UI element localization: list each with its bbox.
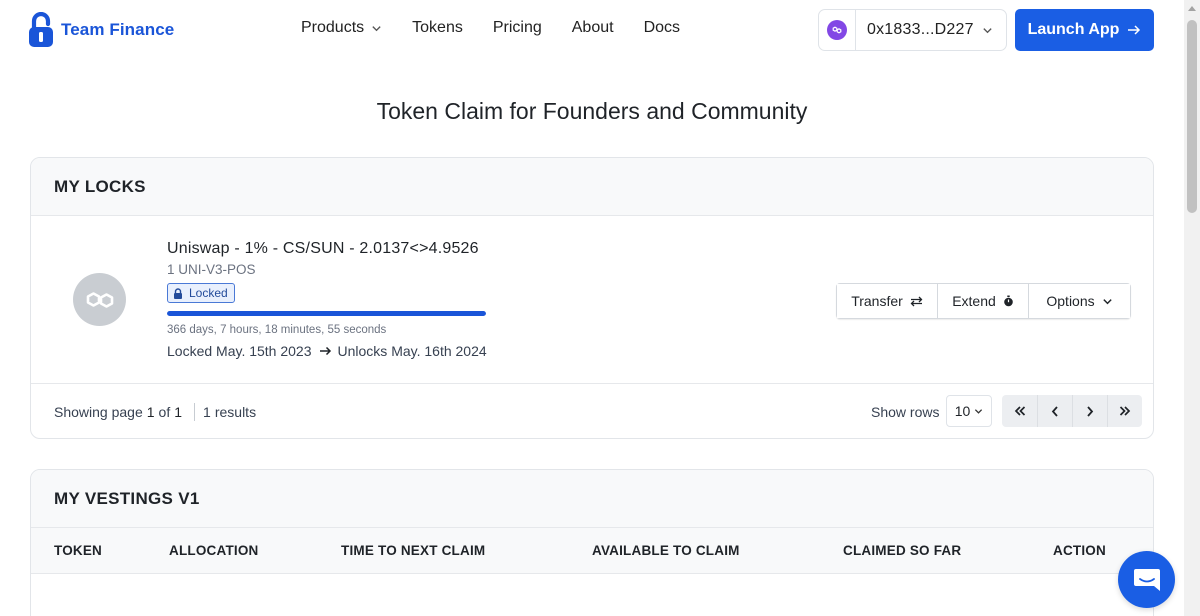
scroll-up-arrow-icon[interactable]: [1184, 0, 1200, 16]
status-badge: Locked: [167, 283, 235, 303]
nav-tokens[interactable]: Tokens: [412, 19, 463, 37]
chevron-right-icon: [1087, 405, 1094, 417]
brand-logo[interactable]: Team Finance: [28, 12, 174, 48]
chevron-down-icon: [1102, 298, 1112, 304]
vestings-table-header: TOKEN ALLOCATION TIME TO NEXT CLAIM AVAI…: [31, 528, 1153, 574]
lock-actions-group: Transfer Extend Options: [836, 283, 1131, 319]
column-header: AVAILABLE TO CLAIM: [592, 543, 740, 558]
divider: [194, 403, 196, 421]
wallet-button[interactable]: 0x1833...D227: [818, 9, 1007, 51]
page-scrollbar[interactable]: [1184, 0, 1200, 616]
chevron-down-icon: [372, 25, 381, 31]
stopwatch-icon: [1003, 295, 1013, 307]
options-dropdown[interactable]: Options: [1028, 284, 1130, 318]
double-chevron-left-icon: [1014, 406, 1025, 416]
lock-details: Uniswap - 1% - CS/SUN - 2.0137<>4.9526 1…: [167, 240, 487, 359]
chevron-left-icon: [1051, 405, 1058, 417]
nav-products-label: Products: [301, 19, 365, 36]
nav-products[interactable]: Products: [301, 19, 382, 37]
column-header: ALLOCATION: [169, 543, 259, 558]
lock-icon: [174, 287, 182, 299]
nav-docs-label: Docs: [643, 19, 681, 36]
transfer-label: Transfer: [851, 293, 903, 309]
arrow-right-icon: [1128, 25, 1141, 35]
nav-docs[interactable]: Docs: [644, 19, 680, 37]
chat-support-button[interactable]: [1118, 551, 1175, 608]
extend-label: Extend: [952, 293, 996, 309]
my-locks-heading: MY LOCKS: [31, 158, 1153, 216]
nav-tokens-label: Tokens: [412, 19, 463, 36]
lock-progress-bar: [167, 310, 486, 316]
nav-pricing[interactable]: Pricing: [493, 19, 542, 37]
chevron-down-icon: [983, 27, 992, 33]
pagination-summary: Showing page 1 of 1 1 results: [54, 403, 256, 421]
previous-page-button[interactable]: [1037, 395, 1072, 427]
first-page-button[interactable]: [1002, 395, 1037, 427]
rows-per-page-select[interactable]: 10: [946, 395, 992, 427]
main-nav: Products Tokens Pricing About Docs: [301, 19, 680, 37]
column-header: TOKEN: [54, 543, 103, 558]
chevron-down-icon: [975, 408, 983, 414]
extend-button[interactable]: Extend: [937, 284, 1028, 318]
launch-app-button[interactable]: Launch App: [1015, 9, 1154, 51]
polygon-icon: [827, 20, 847, 40]
page-title: Token Claim for Founders and Community: [376, 98, 808, 124]
last-page-button[interactable]: [1107, 395, 1142, 427]
launch-app-label: Launch App: [1027, 21, 1120, 38]
of-label: of: [158, 404, 171, 420]
my-vestings-card: MY VESTINGS V1 TOKEN ALLOCATION TIME TO …: [30, 469, 1154, 616]
transfer-button[interactable]: Transfer: [837, 284, 937, 318]
results-count: 1: [203, 404, 211, 420]
lock-dates: Locked May. 15th 2023 Unlocks May. 16th …: [167, 343, 487, 359]
double-chevron-right-icon: [1119, 406, 1131, 416]
scrollbar-thumb[interactable]: [1187, 20, 1197, 213]
column-header: TIME TO NEXT CLAIM: [341, 543, 486, 558]
lock-amount: 1 UNI-V3-POS: [167, 262, 256, 277]
column-header: ACTION: [1053, 543, 1106, 558]
showing-prefix: Showing page: [54, 404, 143, 420]
wallet-network-badge: [819, 10, 856, 50]
show-rows-label: Show rows: [871, 404, 940, 420]
wallet-address: 0x1833...D227: [867, 21, 974, 38]
column-header: CLAIMED SO FAR: [843, 543, 962, 558]
top-navbar: Team Finance Products Tokens Pricing Abo…: [0, 0, 1184, 60]
arrow-right-icon: [319, 346, 331, 355]
locked-date: Locked May. 15th 2023: [167, 342, 312, 359]
chat-bubble-icon: [1133, 568, 1160, 591]
locks-pagination: Showing page 1 of 1 1 results Show rows …: [31, 384, 1153, 438]
polygon-icon: [86, 291, 113, 308]
lock-token-name: Uniswap - 1% - CS/SUN - 2.0137<>4.9526: [167, 240, 479, 257]
nav-pricing-label: Pricing: [492, 19, 542, 36]
lock-countdown: 366 days, 7 hours, 18 minutes, 55 second…: [167, 323, 387, 336]
rows-per-page-value: 10: [954, 403, 971, 419]
options-label: Options: [1046, 293, 1095, 309]
unlock-date: Unlocks May. 16th 2024: [337, 342, 487, 359]
swap-arrows-icon: [910, 296, 923, 306]
pagination-controls: [1002, 395, 1142, 427]
nav-about-label: About: [571, 19, 614, 36]
results-label: results: [214, 404, 257, 420]
lock-progress-fill: [167, 310, 486, 316]
status-badge-label: Locked: [189, 286, 228, 300]
brand-name: Team Finance: [61, 20, 175, 39]
padlock-logo-icon: [29, 12, 53, 47]
next-page-button[interactable]: [1072, 395, 1107, 427]
lock-item: Uniswap - 1% - CS/SUN - 2.0137<>4.9526 1…: [31, 216, 1153, 384]
my-vestings-heading: MY VESTINGS V1: [31, 470, 1153, 528]
current-page: 1: [146, 404, 155, 420]
nav-about[interactable]: About: [572, 19, 614, 37]
token-avatar: [73, 273, 126, 326]
my-locks-card: MY LOCKS Uniswap - 1% - CS/SUN - 2.0137<…: [30, 157, 1154, 439]
total-pages: 1: [174, 404, 183, 420]
